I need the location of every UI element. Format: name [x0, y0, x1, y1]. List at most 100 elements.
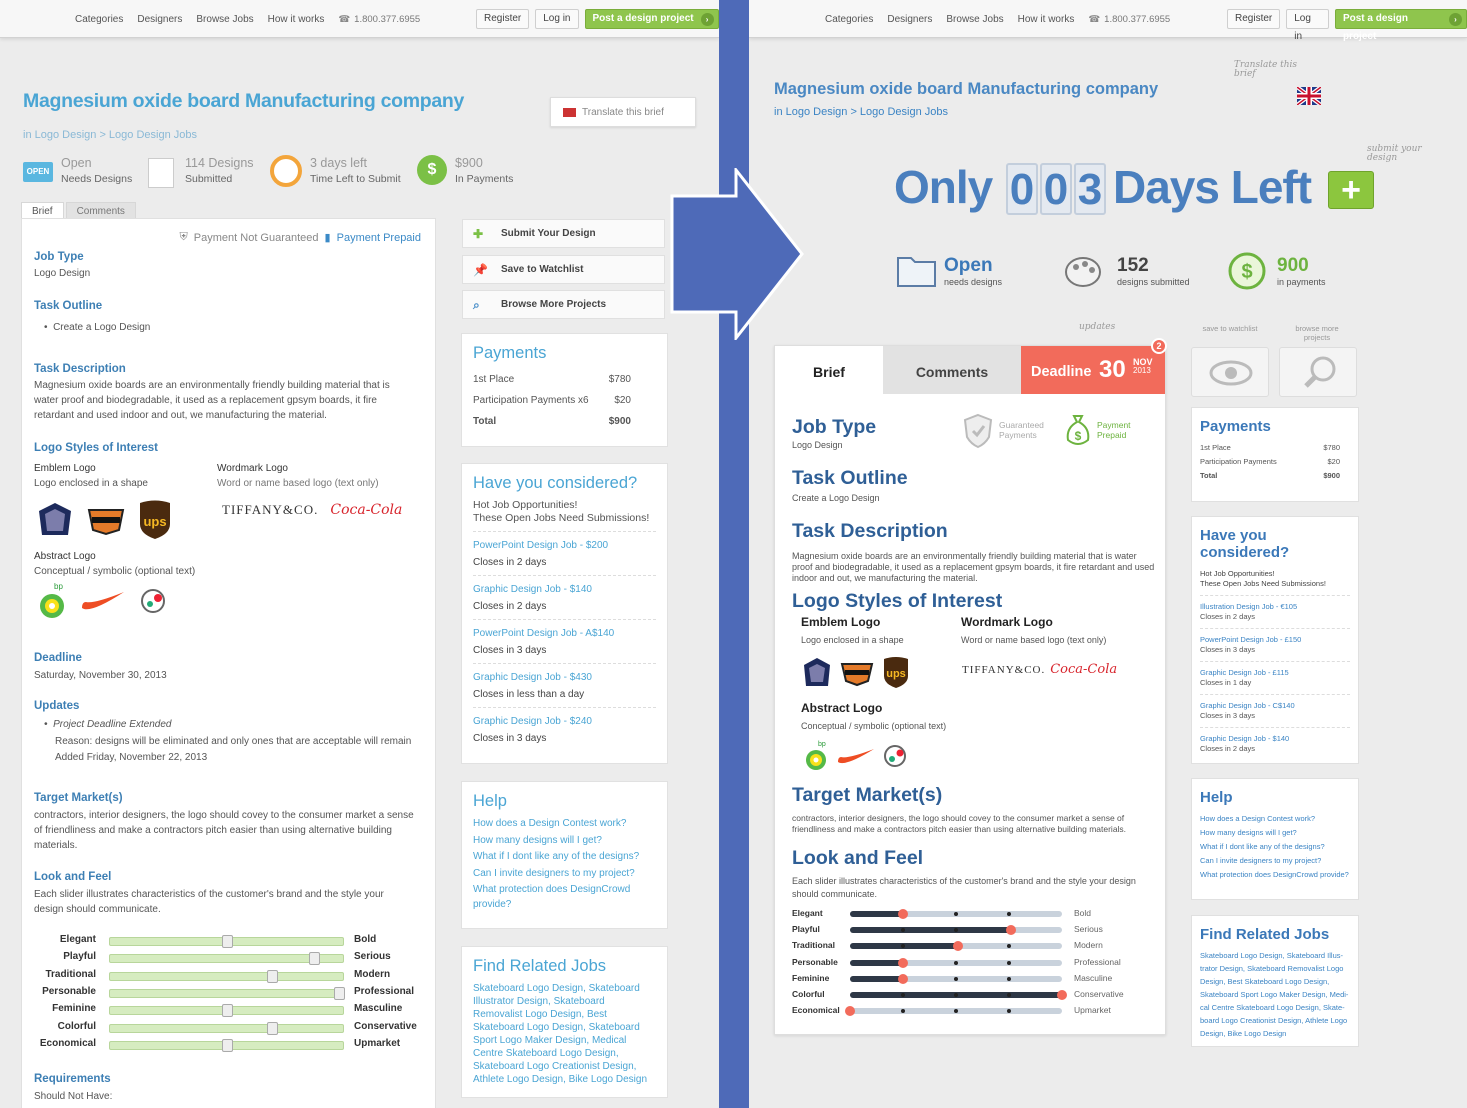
register-button[interactable]: Register: [476, 9, 530, 29]
post-project-button[interactable]: Post a design project ›: [584, 9, 719, 29]
related-link[interactable]: Centre Skateboard Logo Design,: [462, 1047, 667, 1060]
list-item[interactable]: Graphic Design Job - $430 Closes in less …: [473, 663, 656, 707]
slider-track[interactable]: [109, 935, 344, 948]
slider-knob[interactable]: [953, 941, 964, 952]
stat-designs-submitted: 152 designs submitted: [1117, 255, 1190, 287]
help-link[interactable]: How does a Design Contest work?: [462, 816, 667, 833]
list-item[interactable]: Graphic Design Job - C$140 Closes in 3 da…: [1200, 694, 1350, 727]
slider-knob[interactable]: [309, 952, 321, 966]
register-button[interactable]: Register: [1227, 9, 1281, 29]
slider-track[interactable]: [109, 969, 344, 983]
slider-knob[interactable]: [222, 935, 233, 948]
help-link[interactable]: Can I invite designers to my project?: [462, 866, 667, 883]
save-watchlist-button[interactable]: [1191, 347, 1269, 397]
related-link[interactable]: cal Centre Skateboard Logo Design, Skate…: [1192, 1001, 1358, 1014]
tab-comments[interactable]: Comments: [65, 202, 136, 219]
list-item[interactable]: PowerPoint Design Job - $200 Closes in 2 …: [473, 531, 656, 575]
list-item[interactable]: Graphic Design Job - $140 Closes in 2 day…: [473, 575, 656, 619]
updates-count-badge[interactable]: 2: [1151, 338, 1167, 354]
slider-track[interactable]: [850, 941, 1062, 952]
tab-comments[interactable]: Comments: [883, 346, 1021, 394]
related-link[interactable]: Illustrator Design, Skateboard: [462, 995, 667, 1008]
nav-designers[interactable]: Designers: [887, 14, 932, 25]
target-market-line: friendliness and make a contractors pitc…: [792, 824, 1127, 834]
tab-brief[interactable]: Brief: [775, 346, 883, 394]
breadcrumb[interactable]: in Logo Design > Logo Design Jobs: [774, 106, 948, 118]
nav-browse-jobs[interactable]: Browse Jobs: [946, 14, 1003, 25]
slider-tick: [954, 976, 958, 981]
nav-how-it-works[interactable]: How it works: [268, 14, 325, 25]
login-button[interactable]: Log in: [1286, 9, 1329, 42]
help-link[interactable]: What if I dont like any of the designs?: [1192, 840, 1358, 854]
slider-track[interactable]: [109, 1021, 344, 1035]
list-item[interactable]: PowerPoint Design Job - A$140 Closes in 3…: [473, 619, 656, 663]
slider-knob[interactable]: [898, 957, 908, 968]
slider-knob[interactable]: [222, 1038, 233, 1052]
save-watchlist-button[interactable]: 📌 Save to Watchlist: [462, 255, 665, 284]
related-link[interactable]: Skateboard Logo Design, Skateboard Illus…: [1192, 949, 1358, 962]
help-link[interactable]: provide?: [462, 899, 667, 910]
translate-brief-button[interactable]: Translate this brief: [550, 97, 696, 127]
wordmark-logos: TIFFANY&CO. Coca-Cola: [222, 502, 402, 518]
submit-design-button[interactable]: ✚ Submit Your Design: [462, 219, 665, 248]
slider-knob[interactable]: [1057, 990, 1067, 1000]
nav-categories[interactable]: Categories: [75, 14, 123, 25]
help-link[interactable]: What protection does DesignCrowd: [462, 882, 667, 899]
list-item[interactable]: Graphic Design Job - £115 Closes in 1 day: [1200, 661, 1350, 694]
related-link[interactable]: trator Design, Skateboard Removalist Log…: [1192, 962, 1358, 975]
tab-deadline[interactable]: Deadline 30 NOV 2013: [1021, 346, 1165, 394]
help-link[interactable]: How does a Design Contest work?: [1192, 812, 1358, 826]
slider-knob[interactable]: [222, 1004, 233, 1018]
abstract-desc: Conceptual / symbolic (optional text): [34, 566, 196, 577]
slider-track[interactable]: [109, 1038, 344, 1052]
slider-knob[interactable]: [266, 969, 278, 983]
list-item[interactable]: Graphic Design Job - $140 Closes in 2 day…: [1200, 727, 1350, 760]
list-item[interactable]: Illustration Design Job - €105 Closes in …: [1200, 595, 1350, 628]
help-link[interactable]: Can I invite designers to my project?: [1192, 854, 1358, 868]
slider-track[interactable]: [845, 1006, 1062, 1017]
slider-track[interactable]: [850, 973, 1062, 984]
related-link[interactable]: Skateboard Logo Design, Skateboard: [462, 1021, 667, 1034]
related-link[interactable]: Skateboard Sport Logo Maker Design, Medi…: [1192, 988, 1358, 1001]
slider-knob[interactable]: [898, 909, 908, 919]
post-project-button[interactable]: Post a design project ›: [1334, 9, 1467, 42]
related-link[interactable]: Design, Best Skateboard Logo Design,: [1192, 975, 1358, 988]
slider-track[interactable]: [850, 925, 1062, 936]
submit-design-plus-button[interactable]: +: [1328, 171, 1374, 209]
related-link[interactable]: Skateboard Logo Creationist Design,: [462, 1060, 667, 1073]
nav-designers[interactable]: Designers: [137, 14, 182, 25]
help-link[interactable]: How many designs will I get?: [1192, 826, 1358, 840]
slider-knob[interactable]: [334, 986, 345, 1000]
slider-knob[interactable]: [266, 1021, 278, 1035]
tab-brief[interactable]: Brief: [21, 202, 64, 219]
browse-projects-button[interactable]: ⌕ Browse More Projects: [462, 290, 665, 319]
list-item[interactable]: Graphic Design Job - $240 Closes in 3 day…: [473, 707, 656, 751]
slider-knob[interactable]: [845, 1006, 855, 1017]
related-link[interactable]: board Logo Creationist Design, Athlete L…: [1192, 1014, 1358, 1027]
nav-categories[interactable]: Categories: [825, 14, 873, 25]
uk-flag-icon[interactable]: [1297, 87, 1321, 105]
nav-browse-jobs[interactable]: Browse Jobs: [196, 14, 253, 25]
slider-knob[interactable]: [898, 973, 908, 984]
slider-track[interactable]: [850, 957, 1062, 968]
related-link[interactable]: Skateboard Logo Design, Skateboard: [462, 982, 667, 995]
slider-track[interactable]: [109, 986, 345, 1000]
help-link[interactable]: How many designs will I get?: [462, 833, 667, 850]
login-button[interactable]: Log in: [535, 9, 579, 29]
slider-track[interactable]: [109, 952, 344, 966]
related-link[interactable]: Removalist Logo Design, Best: [462, 1008, 667, 1021]
task-description-line: water proof and biodegradable, it used a…: [34, 395, 377, 406]
related-link[interactable]: Athlete Logo Design, Bike Logo Design: [462, 1073, 667, 1086]
breadcrumb[interactable]: in Logo Design > Logo Design Jobs: [23, 129, 197, 141]
help-link[interactable]: What if I dont like any of the designs?: [462, 849, 667, 866]
nav-how-it-works[interactable]: How it works: [1018, 14, 1075, 25]
list-item[interactable]: PowerPoint Design Job - £150 Closes in 3 …: [1200, 628, 1350, 661]
slider-track[interactable]: [850, 909, 1062, 919]
slider-track[interactable]: [850, 990, 1067, 1000]
help-link[interactable]: What protection does DesignCrowd provide…: [1192, 868, 1358, 882]
slider-knob[interactable]: [1006, 925, 1017, 936]
related-link[interactable]: Design, Bike Logo Design: [1192, 1027, 1358, 1040]
related-link[interactable]: Sport Logo Maker Design, Medical: [462, 1034, 667, 1047]
browse-projects-button[interactable]: [1279, 347, 1357, 397]
slider-track[interactable]: [109, 1004, 344, 1018]
